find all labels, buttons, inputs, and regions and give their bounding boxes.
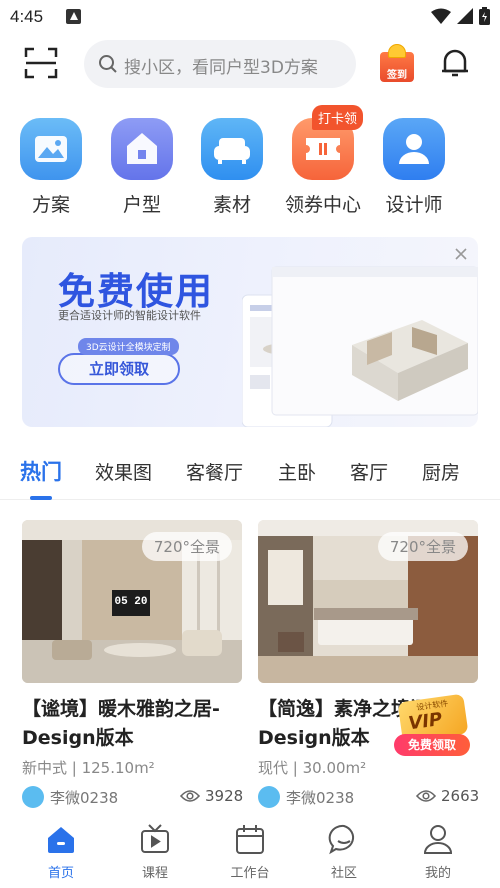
card-footer: 李微0238 2663 [258,784,480,810]
category-label: 方案 [31,194,70,216]
user-icon [423,825,453,854]
banner-cta-button[interactable]: 立即领取 [58,353,180,385]
nav-workbench[interactable]: 工作台 [210,822,290,881]
category-label: 领券中心 [284,194,361,216]
nav-label: 我的 [424,866,451,881]
card-title: 【谧境】暖木雅韵之居-Design版本 [22,698,220,749]
promo-banner[interactable]: 免费使用 更合适设计师的智能设计软件 立即领取 3D云设计全模块定制 [22,237,478,427]
calendar-icon [236,825,264,854]
tab-master-bedroom[interactable]: 主卧 [278,458,316,485]
status-time: 4:45 [10,7,44,26]
image-icon [20,118,82,180]
category-tabs: 热门 效果图 客餐厅 主卧 客厅 厨房 [0,450,500,500]
card-image: 05 20 720°全景 [22,520,242,683]
vip-promo-badge[interactable]: 设计软件 VIP 免费领取 [394,693,474,758]
nav-label: 课程 [141,866,168,881]
bell-icon [442,49,468,77]
design-card[interactable]: 720°全景 【简逸】素净之境间-Design版本 现代 | 30.00m² 李… [258,520,480,810]
banner-tag: 3D云设计全模块定制 [78,338,179,355]
nav-courses[interactable]: 课程 [115,822,195,881]
signin-label: 签到 [387,70,407,81]
status-icons [431,7,490,25]
panorama-badge: 720°全景 [377,532,468,561]
search-input[interactable]: 搜小区，看同户型3D方案 [84,40,356,88]
category-designer[interactable]: 设计师 [368,118,460,217]
user-icon [383,118,445,180]
author-name[interactable]: 李微0238 [286,787,354,808]
close-icon[interactable] [454,247,468,261]
eye-icon [416,790,436,802]
category-plan[interactable]: 方案 [5,118,97,217]
signal-icon [457,8,473,24]
nav-label: 首页 [47,866,74,881]
scan-icon [24,47,58,79]
battery-icon [479,7,490,25]
nav-label: 社区 [330,866,357,881]
search-placeholder: 搜小区，看同户型3D方案 [124,58,318,78]
wifi-icon [431,8,451,24]
card-image: 720°全景 [258,520,478,683]
software-preview-illustration [242,266,478,427]
view-count: 2663 [441,787,480,805]
tab-kitchen[interactable]: 厨房 [422,458,460,485]
vip-claim-button[interactable]: 免费领取 [394,734,470,756]
notification-button[interactable] [438,46,472,80]
tab-living-room[interactable]: 客厅 [350,458,388,485]
category-floorplan[interactable]: 户型 [96,118,188,217]
tab-renderings[interactable]: 效果图 [95,458,152,485]
checkin-badge: 打卡领 [312,105,364,130]
tv-screen: 05 20 [112,590,150,616]
search-icon [99,55,117,73]
category-row: 方案 户型 素材 领券中心 设计师 [0,118,500,218]
panorama-badge: 720°全景 [141,532,232,561]
signin-button[interactable]: 签到 [378,44,416,84]
card-meta: 现代 | 30.00m² [258,759,367,777]
nav-community[interactable]: 社区 [304,822,384,881]
tab-living-dining[interactable]: 客餐厅 [186,458,243,485]
category-label: 户型 [122,194,161,216]
scan-button[interactable] [24,47,58,79]
view-count: 3928 [205,787,244,805]
avatar[interactable] [22,786,44,808]
nav-label: 工作台 [230,866,270,881]
status-bar: 4:45 [0,0,500,34]
notification-icon [66,9,81,24]
active-tab-indicator [30,496,52,500]
author-name[interactable]: 李微0238 [50,787,118,808]
eye-icon [180,790,200,802]
video-icon [141,824,169,853]
tab-hot[interactable]: 热门 [20,456,62,486]
category-material[interactable]: 素材 [186,118,278,217]
banner-subtitle: 更合适设计师的智能设计软件 [58,309,201,322]
category-label: 素材 [212,194,251,216]
home-icon [48,827,74,853]
category-coupons[interactable]: 领券中心 [277,118,369,217]
vip-label: VIP [407,708,444,735]
house-icon [111,118,173,180]
bottom-navigation: 首页 课程 工作台 社区 我的 [0,816,500,888]
card-footer: 李微0238 3928 [22,784,244,810]
card-meta: 新中式 | 125.10m² [22,759,155,777]
nav-home[interactable]: 首页 [21,822,101,881]
nav-profile[interactable]: 我的 [398,822,478,881]
category-label: 设计师 [385,194,443,216]
coin-icon [388,44,406,58]
chat-icon [328,824,355,855]
tv-clock: 05 20 [114,596,148,608]
avatar[interactable] [258,786,280,808]
design-card[interactable]: 05 20 720°全景 【谧境】暖木雅韵之居-Design版本 新中式 | 1… [22,520,244,810]
sofa-icon [201,118,263,180]
